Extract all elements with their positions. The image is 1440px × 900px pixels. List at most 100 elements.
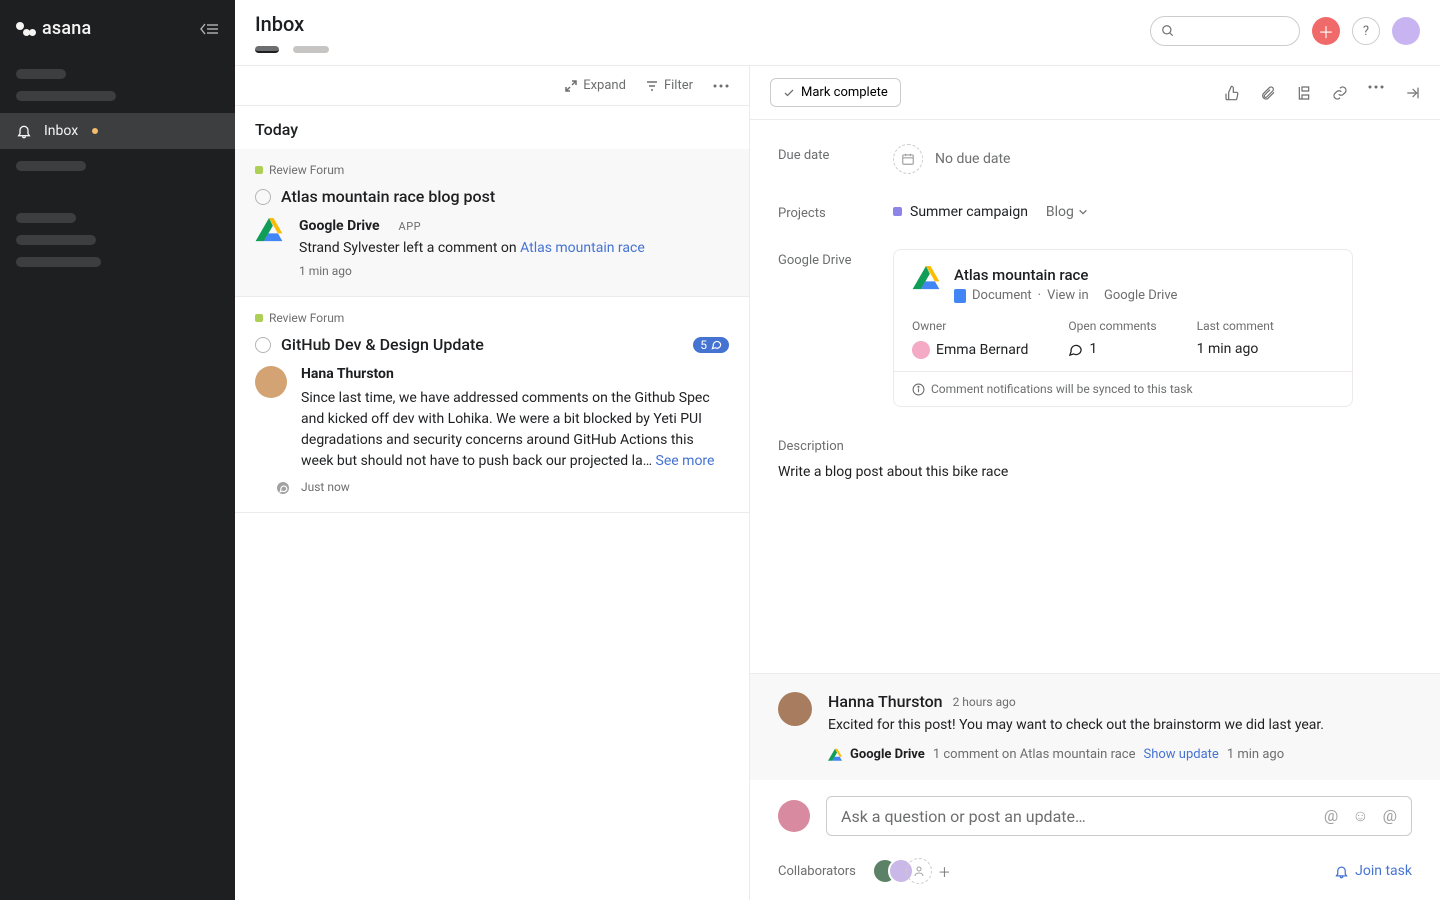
comments-section: Hanna Thurston2 hours ago Excited for th…	[750, 673, 1440, 780]
tab[interactable]	[293, 46, 329, 53]
nav-placeholder	[16, 235, 96, 245]
copy-link-button[interactable]	[1332, 85, 1348, 101]
due-date-label: Due date	[778, 144, 893, 174]
close-panel-icon	[1404, 85, 1420, 101]
owner-avatar	[912, 341, 930, 359]
tab-strip	[255, 46, 329, 53]
see-more-link[interactable]: See more	[656, 453, 715, 469]
comment-input[interactable]: Ask a question or post an update… @ ☺ @	[826, 796, 1412, 836]
inbox-list: Expand Filter Today Review Forum Atlas m…	[235, 66, 750, 900]
current-user-avatar	[778, 800, 810, 832]
comment-text: Excited for this post! You may want to c…	[828, 717, 1412, 733]
expand-button[interactable]: Expand	[565, 78, 626, 93]
help-button[interactable]: ?	[1352, 17, 1380, 45]
sidebar-item-inbox[interactable]: Inbox	[0, 113, 235, 149]
attach-button[interactable]	[1260, 85, 1276, 101]
check-icon	[783, 87, 795, 99]
more-icon	[713, 84, 729, 88]
project-chip[interactable]: Summer campaign Blog	[893, 202, 1088, 221]
user-avatar[interactable]	[1392, 17, 1420, 45]
task-detail-pane: Mark complete Due date No due date	[750, 66, 1440, 900]
page-title: Inbox	[255, 12, 329, 36]
emoji-button[interactable]: ☺	[1352, 806, 1368, 826]
project-color-icon	[255, 314, 263, 322]
google-drive-icon	[912, 266, 940, 290]
timestamp: 1 min ago	[299, 264, 729, 278]
sidebar: asana Inbox	[0, 0, 235, 900]
subtask-button[interactable]	[1296, 85, 1312, 101]
subtask-icon	[1296, 85, 1312, 101]
sidebar-inbox-label: Inbox	[44, 123, 78, 139]
nav-placeholder	[16, 161, 86, 171]
show-update-link[interactable]: Show update	[1144, 747, 1219, 762]
expand-icon	[565, 80, 577, 92]
project-color-icon	[255, 166, 263, 174]
drive-doc-title: Atlas mountain race	[954, 266, 1177, 284]
tab-active[interactable]	[255, 46, 279, 53]
nav-placeholder	[16, 257, 101, 267]
bell-icon	[1334, 864, 1349, 879]
like-button[interactable]	[1224, 85, 1240, 101]
nav-placeholder	[16, 91, 116, 101]
complete-circle-icon[interactable]	[255, 189, 271, 205]
author-avatar	[255, 366, 287, 398]
description-text[interactable]: Write a blog post about this bike race	[778, 464, 1412, 480]
inbox-item-title: Atlas mountain race blog post	[281, 187, 495, 206]
mark-complete-button[interactable]: Mark complete	[770, 78, 901, 107]
inbox-item-title: GitHub Dev & Design Update	[281, 335, 484, 354]
join-task-button[interactable]: Join task	[1334, 863, 1412, 879]
timestamp: Just now	[301, 480, 729, 494]
mention-button[interactable]: @	[1324, 806, 1338, 826]
comment-icon	[711, 339, 722, 350]
comment-count-badge[interactable]: 5	[693, 337, 729, 353]
person-icon	[913, 865, 925, 877]
add-collaborator-button[interactable]	[906, 858, 932, 884]
search-icon	[1161, 24, 1175, 38]
google-drive-icon	[255, 218, 285, 278]
more-icon	[1368, 85, 1384, 89]
thumbs-up-icon	[1224, 85, 1240, 101]
collaborators-label: Collaborators	[778, 864, 856, 879]
google-drive-card[interactable]: Atlas mountain race Document · View in G…	[893, 249, 1353, 407]
collapse-sidebar-icon[interactable]	[199, 22, 219, 36]
brand-name: asana	[42, 18, 91, 39]
nav-placeholder	[16, 69, 66, 79]
doc-icon	[954, 289, 966, 303]
topbar: Inbox ＋ ?	[235, 0, 1440, 66]
task-more-button[interactable]	[1368, 85, 1384, 101]
add-button[interactable]: ＋	[938, 862, 951, 881]
inbox-section-header: Today	[235, 106, 749, 149]
paperclip-icon	[1260, 85, 1276, 101]
calendar-icon	[893, 144, 923, 174]
search-input[interactable]	[1150, 16, 1300, 46]
nav-placeholder	[16, 213, 76, 223]
inbox-item[interactable]: Review Forum Atlas mountain race blog po…	[235, 149, 749, 297]
commenter-avatar	[778, 692, 812, 726]
filter-icon	[646, 80, 658, 92]
section-dropdown[interactable]: Blog	[1046, 204, 1088, 220]
complete-circle-icon[interactable]	[255, 337, 271, 353]
comment-badge-icon	[275, 480, 291, 496]
projects-label: Projects	[778, 202, 893, 221]
chevron-down-icon	[1078, 207, 1088, 217]
more-button[interactable]	[713, 78, 729, 93]
inbox-item[interactable]: Review Forum GitHub Dev & Design Update …	[235, 297, 749, 513]
due-date-field[interactable]: No due date	[893, 144, 1010, 174]
doc-link[interactable]: Atlas mountain race	[520, 240, 645, 256]
google-drive-icon	[828, 748, 842, 762]
compose-row: Ask a question or post an update… @ ☺ @	[750, 780, 1440, 852]
comment-icon	[1068, 342, 1083, 357]
description-label: Description	[778, 439, 1412, 454]
info-icon	[912, 383, 925, 396]
unread-dot-icon	[92, 128, 98, 134]
google-drive-label: Google Drive	[778, 249, 893, 407]
close-detail-button[interactable]	[1404, 85, 1420, 101]
link-icon	[1332, 85, 1348, 101]
mention-button[interactable]: @	[1383, 806, 1397, 826]
create-button[interactable]: ＋	[1312, 17, 1340, 45]
project-color-icon	[893, 207, 902, 216]
filter-button[interactable]: Filter	[646, 78, 693, 93]
drive-update-row: Google Drive 1 comment on Atlas mountain…	[828, 747, 1412, 762]
asana-logo[interactable]: asana	[16, 18, 91, 39]
bell-icon	[16, 123, 32, 139]
